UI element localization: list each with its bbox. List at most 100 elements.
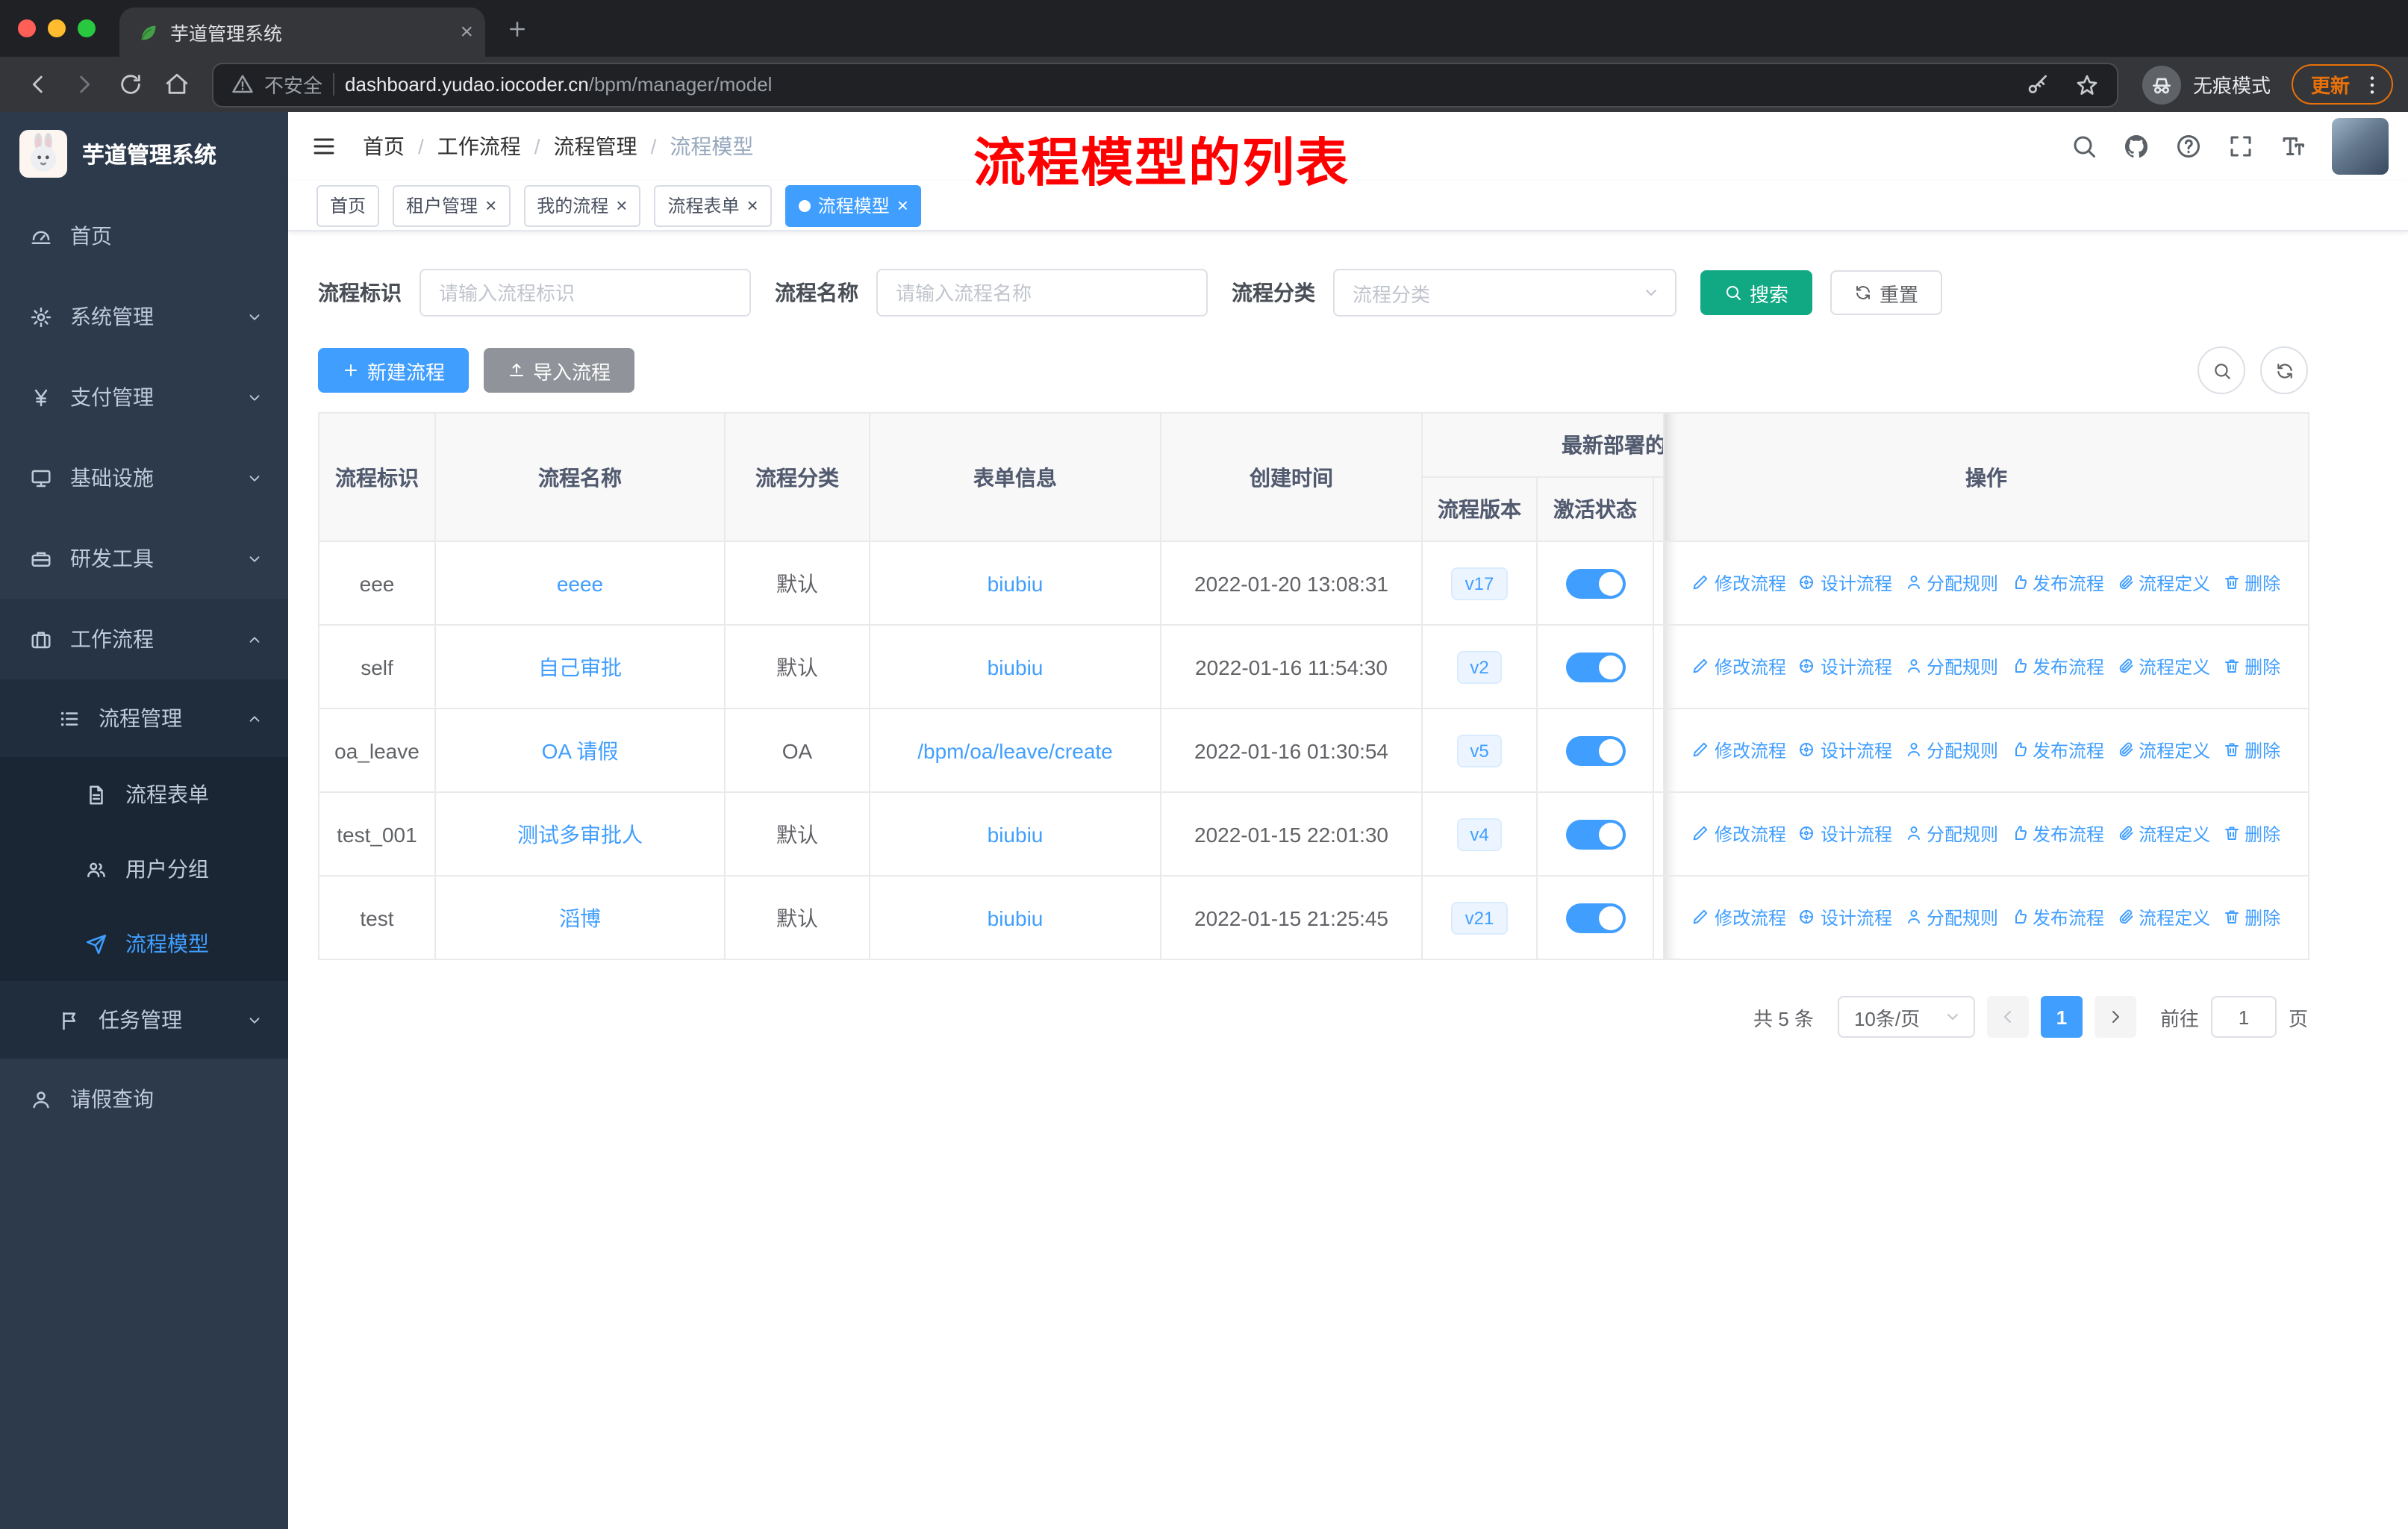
sidebar-item-user-group[interactable]: 用户分组 — [0, 832, 288, 906]
address-bar[interactable]: 不安全 dashboard.yudao.iocoder.cn/bpm/manag… — [212, 62, 2118, 107]
breadcrumb-item[interactable]: 工作流程 — [437, 131, 521, 161]
process-name-link[interactable]: 自己审批 — [538, 655, 622, 679]
reload-button[interactable] — [118, 72, 143, 97]
tag-my-process[interactable]: 我的流程 × — [523, 184, 641, 226]
form-info-link[interactable]: biubiu — [988, 906, 1044, 929]
user-avatar[interactable] — [2332, 118, 2389, 175]
action-process-definition-link[interactable]: 流程定义 — [2116, 905, 2210, 930]
home-button[interactable] — [164, 72, 190, 97]
category-select[interactable]: 流程分类 — [1333, 269, 1676, 317]
active-toggle[interactable] — [1565, 735, 1625, 765]
action-assign-rule-link[interactable]: 分配规则 — [1904, 738, 1998, 763]
action-design-process-link[interactable]: 设计流程 — [1798, 905, 1892, 930]
action-modify-process-link[interactable]: 修改流程 — [1692, 738, 1786, 763]
action-process-definition-link[interactable]: 流程定义 — [2116, 654, 2210, 679]
sidebar-item-task-management[interactable]: 任务管理 — [0, 981, 288, 1059]
help-icon[interactable] — [2175, 133, 2202, 160]
active-toggle[interactable] — [1565, 568, 1625, 598]
prev-page-button[interactable] — [1986, 996, 2029, 1038]
header-search-icon[interactable] — [2071, 133, 2097, 160]
goto-page-input[interactable] — [2210, 996, 2277, 1038]
browser-menu-kebab-icon[interactable] — [2360, 72, 2384, 96]
forward-button[interactable] — [72, 72, 97, 97]
browser-tab[interactable]: 芋道管理系统 × — [119, 7, 485, 57]
sidebar-item-payment-management[interactable]: 支付管理 — [0, 357, 288, 437]
tag-close-icon[interactable]: × — [616, 196, 627, 215]
close-window-button[interactable] — [18, 19, 36, 37]
action-publish-process-link[interactable]: 发布流程 — [2010, 654, 2104, 679]
action-design-process-link[interactable]: 设计流程 — [1798, 821, 1892, 847]
process-name-input[interactable] — [876, 269, 1208, 317]
process-name-link[interactable]: OA 请假 — [542, 738, 619, 762]
page-size-select[interactable]: 10条/页 — [1837, 996, 1975, 1038]
sidebar-item-home[interactable]: 首页 — [0, 196, 288, 276]
action-publish-process-link[interactable]: 发布流程 — [2010, 738, 2104, 763]
process-name-link[interactable]: eeee — [557, 571, 603, 595]
action-design-process-link[interactable]: 设计流程 — [1798, 738, 1892, 763]
form-info-link[interactable]: biubiu — [988, 822, 1044, 846]
form-info-link[interactable]: /bpm/oa/leave/create — [917, 738, 1113, 762]
action-assign-rule-link[interactable]: 分配规则 — [1904, 821, 1998, 847]
tag-home[interactable]: 首页 — [316, 184, 380, 226]
zoom-window-button[interactable] — [78, 19, 96, 37]
active-toggle[interactable] — [1565, 652, 1625, 682]
action-delete-process-link[interactable]: 删除 — [2222, 570, 2280, 596]
action-assign-rule-link[interactable]: 分配规则 — [1904, 654, 1998, 679]
next-page-button[interactable] — [2094, 996, 2136, 1038]
minimize-window-button[interactable] — [48, 19, 66, 37]
action-modify-process-link[interactable]: 修改流程 — [1692, 905, 1786, 930]
refresh-table-button[interactable] — [2260, 346, 2308, 394]
new-tab-button[interactable] — [506, 17, 528, 40]
action-assign-rule-link[interactable]: 分配规则 — [1904, 570, 1998, 596]
tab-close-icon[interactable]: × — [460, 21, 473, 43]
import-process-button[interactable]: 导入流程 — [484, 348, 635, 393]
action-modify-process-link[interactable]: 修改流程 — [1692, 570, 1786, 596]
reset-button[interactable]: 重置 — [1830, 270, 1943, 315]
action-publish-process-link[interactable]: 发布流程 — [2010, 905, 2104, 930]
active-toggle[interactable] — [1565, 903, 1625, 932]
process-name-link[interactable]: 滔博 — [559, 906, 601, 929]
action-assign-rule-link[interactable]: 分配规则 — [1904, 905, 1998, 930]
sidebar-item-process-management[interactable]: 流程管理 — [0, 679, 288, 757]
toggle-search-button[interactable] — [2198, 346, 2245, 394]
action-delete-process-link[interactable]: 删除 — [2222, 654, 2280, 679]
action-publish-process-link[interactable]: 发布流程 — [2010, 821, 2104, 847]
tag-process-form[interactable]: 流程表单 × — [654, 184, 772, 226]
action-design-process-link[interactable]: 设计流程 — [1798, 654, 1892, 679]
active-toggle[interactable] — [1565, 819, 1625, 849]
action-delete-process-link[interactable]: 删除 — [2222, 738, 2280, 763]
sidebar-collapse-button[interactable] — [288, 133, 360, 160]
tag-tenant-management[interactable]: 租户管理 × — [393, 184, 511, 226]
sidebar-item-process-model[interactable]: 流程模型 — [0, 906, 288, 981]
tag-close-icon[interactable]: × — [747, 196, 758, 215]
github-icon[interactable] — [2123, 133, 2150, 160]
back-button[interactable] — [25, 72, 51, 97]
create-process-button[interactable]: 新建流程 — [318, 348, 470, 393]
action-modify-process-link[interactable]: 修改流程 — [1692, 821, 1786, 847]
process-key-input[interactable] — [419, 269, 751, 317]
form-info-link[interactable]: biubiu — [988, 571, 1044, 595]
action-publish-process-link[interactable]: 发布流程 — [2010, 570, 2104, 596]
sidebar-item-system-management[interactable]: 系统管理 — [0, 276, 288, 357]
form-info-link[interactable]: biubiu — [988, 655, 1044, 679]
action-design-process-link[interactable]: 设计流程 — [1798, 570, 1892, 596]
sidebar-item-workflow[interactable]: 工作流程 — [0, 599, 288, 679]
sidebar-item-process-form[interactable]: 流程表单 — [0, 757, 288, 832]
action-process-definition-link[interactable]: 流程定义 — [2116, 821, 2210, 847]
tag-close-icon[interactable]: × — [485, 196, 496, 215]
action-process-definition-link[interactable]: 流程定义 — [2116, 570, 2210, 596]
font-size-icon[interactable] — [2280, 133, 2306, 160]
fullscreen-icon[interactable] — [2227, 133, 2254, 160]
process-name-link[interactable]: 测试多审批人 — [517, 822, 643, 846]
action-modify-process-link[interactable]: 修改流程 — [1692, 654, 1786, 679]
update-button[interactable]: 更新 — [2291, 64, 2393, 105]
sidebar-item-infrastructure[interactable]: 基础设施 — [0, 437, 288, 518]
tag-process-model[interactable]: 流程模型 × — [785, 184, 922, 226]
page-number-button[interactable]: 1 — [2040, 996, 2083, 1038]
action-process-definition-link[interactable]: 流程定义 — [2116, 738, 2210, 763]
tag-close-icon[interactable]: × — [897, 196, 908, 215]
bookmark-star-icon[interactable] — [2075, 72, 2099, 96]
action-delete-process-link[interactable]: 删除 — [2222, 905, 2280, 930]
search-button[interactable]: 搜索 — [1700, 270, 1813, 315]
app-logo-row[interactable]: 芋道管理系统 — [0, 112, 288, 196]
